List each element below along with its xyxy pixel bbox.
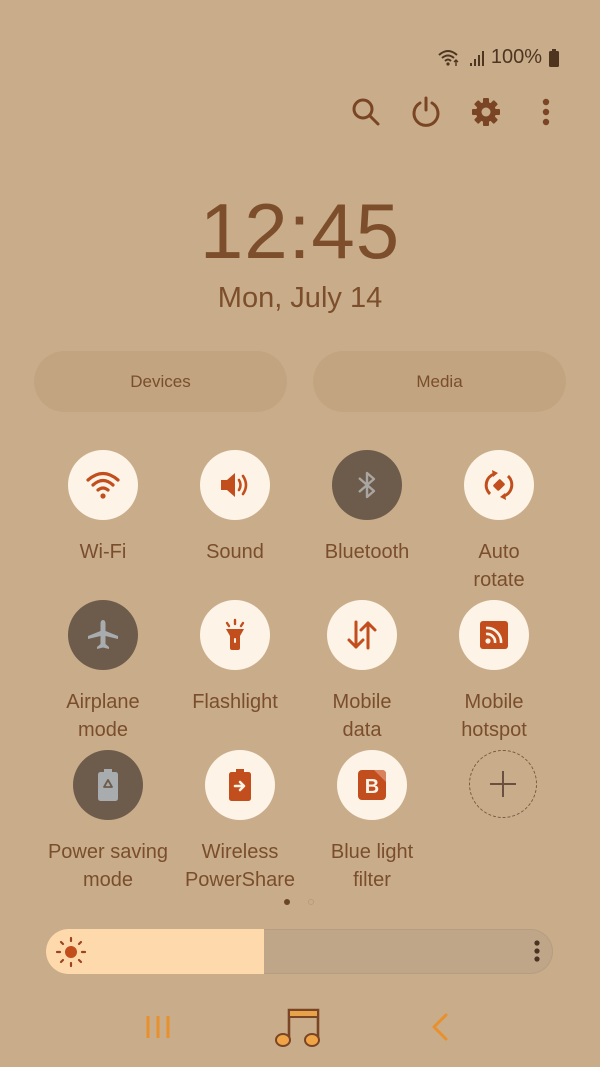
- power-button[interactable]: [406, 92, 446, 132]
- tile-flashlight: Flashlight: [169, 600, 301, 716]
- sound-icon: [221, 473, 248, 497]
- airplane-icon: [88, 620, 118, 649]
- tile-label: Blue light filter: [330, 841, 414, 891]
- signal-icon: [469, 49, 485, 67]
- tile-auto-rotate: Auto rotate: [433, 450, 565, 594]
- flashlight-toggle[interactable]: [200, 600, 270, 670]
- more-options-button[interactable]: [526, 92, 566, 132]
- wireless-powershare-icon: [229, 769, 251, 801]
- bluetooth-toggle[interactable]: [332, 450, 402, 520]
- tile-wireless-powershare: Wireless PowerShare: [174, 750, 306, 894]
- tile-label: Flashlight: [192, 691, 278, 713]
- tile-mobile-data: Mobile data: [296, 600, 428, 744]
- tile-label: Mobile data: [332, 691, 392, 741]
- back-button[interactable]: [420, 1002, 460, 1052]
- battery-icon: [548, 48, 560, 68]
- status-bar: 100%: [437, 46, 560, 69]
- brightness-more-button[interactable]: [533, 939, 541, 970]
- mobile-data-toggle[interactable]: [327, 600, 397, 670]
- more-vertical-icon: [542, 98, 550, 126]
- tile-bluetooth: Bluetooth: [301, 450, 433, 566]
- auto-rotate-toggle[interactable]: [464, 450, 534, 520]
- music-note-icon: [275, 1008, 320, 1047]
- page-dot-active[interactable]: [284, 899, 290, 905]
- mobile-data-icon: [347, 620, 377, 650]
- sun-icon: [54, 935, 88, 974]
- back-icon: [432, 1013, 448, 1041]
- gear-icon: [472, 98, 500, 126]
- tile-label: Mobile hotspot: [461, 691, 527, 741]
- tile-label: Wi-Fi: [79, 541, 127, 563]
- page-indicator: [284, 899, 314, 905]
- wifi-toggle[interactable]: [68, 450, 138, 520]
- add-tile-button[interactable]: [469, 750, 537, 818]
- auto-rotate-icon: [484, 470, 514, 500]
- tile-sound: Sound: [169, 450, 301, 566]
- clock-time[interactable]: 12:45: [0, 186, 600, 277]
- hotspot-icon: [480, 621, 508, 649]
- power-saving-icon: [98, 769, 118, 801]
- clock-date[interactable]: Mon, July 14: [0, 282, 600, 315]
- tile-label: Sound: [206, 541, 264, 563]
- tile-blue-light-filter: B Blue light filter: [306, 750, 438, 894]
- mobile-hotspot-toggle[interactable]: [459, 600, 529, 670]
- flashlight-icon: [225, 618, 245, 650]
- power-saving-toggle[interactable]: [73, 750, 143, 820]
- recents-icon: [146, 1016, 170, 1038]
- home-button[interactable]: [272, 1002, 324, 1052]
- add-icon: [490, 771, 516, 797]
- airplane-mode-toggle[interactable]: [68, 600, 138, 670]
- wifi-icon: [86, 471, 120, 499]
- settings-button[interactable]: [466, 92, 506, 132]
- wireless-powershare-toggle[interactable]: [205, 750, 275, 820]
- recents-button[interactable]: [138, 1002, 178, 1052]
- tile-mobile-hotspot: Mobile hotspot: [428, 600, 560, 744]
- wifi-icon: [437, 48, 463, 68]
- svg-text:B: B: [365, 776, 379, 798]
- more-vertical-icon: [534, 940, 540, 962]
- tile-label: Auto rotate: [473, 541, 525, 591]
- search-button[interactable]: [346, 92, 386, 132]
- tile-label: Airplane mode: [66, 691, 140, 741]
- tile-label: Power saving mode: [47, 841, 169, 891]
- page-dot-inactive[interactable]: [308, 899, 314, 905]
- tile-airplane-mode: Airplane mode: [37, 600, 169, 744]
- brightness-slider[interactable]: [46, 929, 553, 974]
- media-button[interactable]: Media: [313, 351, 566, 412]
- navigation-bar: [0, 1002, 600, 1052]
- tile-label: Wireless PowerShare: [184, 841, 296, 891]
- tile-wifi: Wi-Fi: [37, 450, 169, 566]
- devices-button[interactable]: Devices: [34, 351, 287, 412]
- tile-add: [437, 750, 569, 818]
- blue-light-filter-toggle[interactable]: B: [337, 750, 407, 820]
- tile-label: Bluetooth: [324, 541, 410, 563]
- sound-toggle[interactable]: [200, 450, 270, 520]
- tile-power-saving: Power saving mode: [42, 750, 174, 894]
- bluetooth-icon: [358, 471, 376, 499]
- quick-panel-actions: [0, 92, 600, 134]
- power-icon: [412, 96, 440, 127]
- blue-light-filter-icon: B: [358, 770, 386, 800]
- search-icon: [352, 98, 380, 126]
- battery-percent: 100%: [490, 46, 542, 68]
